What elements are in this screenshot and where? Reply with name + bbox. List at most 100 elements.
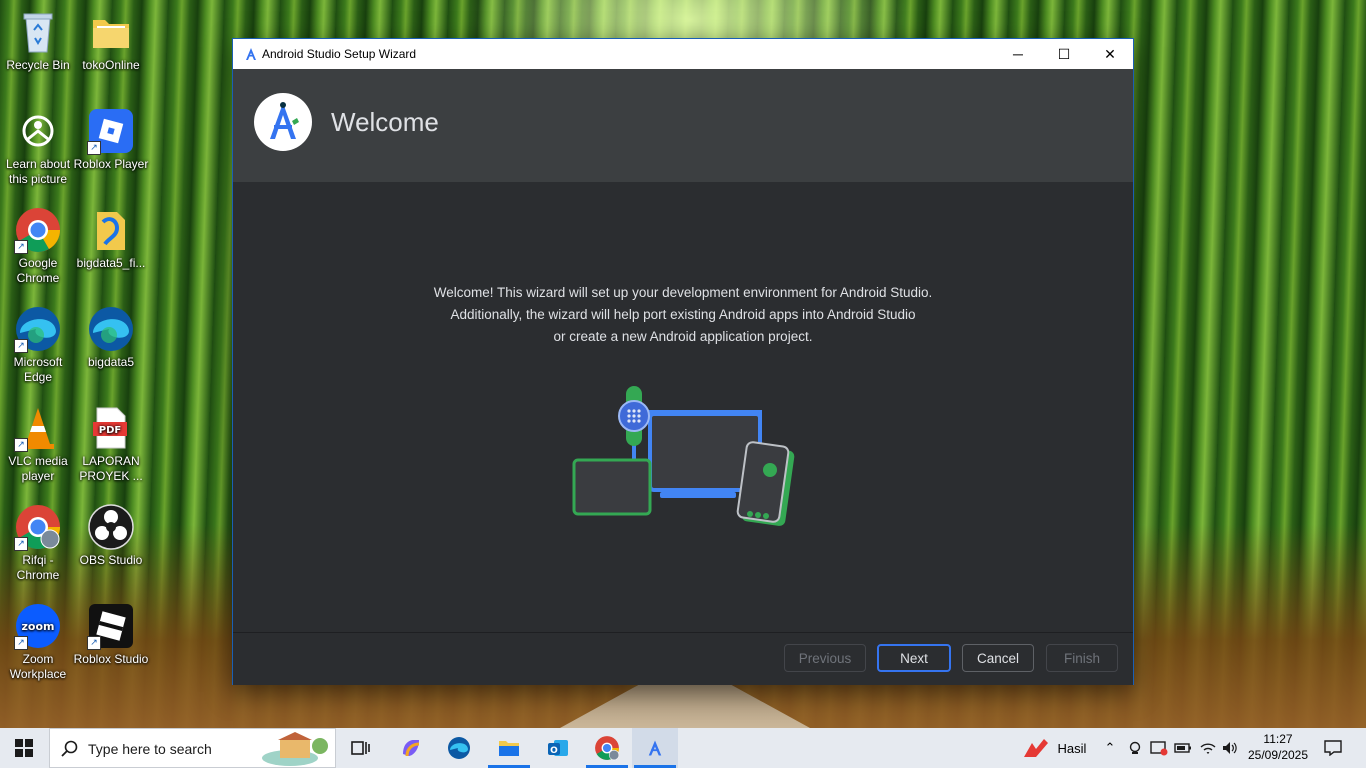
close-icon: ✕ (1104, 45, 1116, 62)
tray-webcam[interactable] (1126, 728, 1144, 768)
taskbar-android-studio[interactable] (632, 728, 678, 768)
search-highlight-illustration-icon (262, 732, 328, 766)
desktop-icon-label: tokoOnline (82, 58, 140, 72)
tray-hasil-label: Hasil (1057, 740, 1087, 756)
tray-hasil[interactable]: Hasil (1014, 728, 1094, 768)
desktop-icon-label: bigdata5_fi... (76, 256, 146, 270)
previous-button[interactable]: Previous (784, 644, 866, 672)
close-button[interactable]: ✕ (1087, 39, 1133, 69)
desktop-icon-label: Rifqi - Chrome (16, 553, 60, 582)
desktop-icon-bigdata5[interactable]: bigdata5 (73, 305, 149, 370)
tray-notification-app[interactable] (1148, 728, 1170, 768)
desktop-icon-google-chrome[interactable]: ↗ Google Chrome (0, 206, 76, 286)
wizard-header: Welcome (233, 69, 1133, 182)
desktop-icon-microsoft-edge[interactable]: ↗ Microsoft Edge (0, 305, 76, 385)
desktop-icon-vlc[interactable]: ↗ VLC media player (0, 404, 76, 484)
desktop-icon-label: Learn about this picture (5, 157, 71, 186)
zoom-icon: zoom ↗ (14, 602, 62, 650)
edge-icon (448, 737, 470, 759)
svg-text:zoom: zoom (22, 620, 55, 633)
roblox-icon: ↗ (87, 107, 135, 155)
wizard-footer: Previous Next Cancel Finish (233, 632, 1133, 685)
stock-chart-icon (1023, 739, 1048, 757)
chrome-icon (595, 736, 620, 761)
volume-icon (1223, 742, 1237, 754)
outlook-icon: O (548, 740, 568, 756)
taskbar-chrome[interactable] (584, 728, 630, 768)
desktop-icon-label: VLC media player (8, 454, 68, 483)
wifi-icon (1200, 743, 1216, 754)
title-bar[interactable]: Android Studio Setup Wizard ─ ☐ ✕ (233, 39, 1133, 69)
camera-icon (14, 107, 62, 155)
search-placeholder: Type here to search (88, 741, 212, 757)
tray-volume[interactable] (1220, 728, 1240, 768)
cancel-button[interactable]: Cancel (962, 644, 1034, 672)
desktop-icon-laporan-proyek[interactable]: PDF LAPORAN PROYEK ... (73, 404, 149, 484)
desktop-icon-obs-studio[interactable]: OBS Studio (73, 503, 149, 568)
desktop-icon-label: Zoom Workplace (9, 652, 67, 681)
shortcut-arrow-icon: ↗ (14, 636, 28, 650)
pdf-icon: PDF (87, 404, 135, 452)
folder-icon (87, 8, 135, 56)
desktop-icon-bigdata5-file[interactable]: bigdata5_fi... (73, 206, 149, 271)
shortcut-arrow-icon: ↗ (87, 141, 101, 155)
desktop-icon-zoom-workplace[interactable]: zoom ↗ Zoom Workplace (0, 602, 76, 682)
minimize-button[interactable]: ─ (995, 39, 1041, 69)
start-button[interactable] (0, 728, 48, 768)
copilot-icon (403, 740, 420, 757)
taskbar-clock[interactable]: 11:27 25/09/2025 (1240, 731, 1316, 763)
tray-app-icon (1150, 741, 1168, 756)
next-button[interactable]: Next (877, 644, 951, 672)
desktop-icon-label: LAPORAN PROYEK ... (79, 454, 143, 483)
svg-text:PDF: PDF (99, 425, 121, 436)
edge-icon (87, 305, 135, 353)
notification-icon (1324, 740, 1342, 756)
minimize-icon: ─ (1013, 46, 1023, 62)
chrome-icon: ↗ (14, 206, 62, 254)
taskbar-edge[interactable] (436, 728, 482, 768)
task-view-button[interactable] (337, 728, 383, 768)
search-box[interactable]: Type here to search (49, 728, 336, 768)
chrome-profile-icon: ↗ (14, 503, 62, 551)
taskbar-file-explorer[interactable] (486, 728, 532, 768)
desktop-icon-roblox-studio[interactable]: ↗ Roblox Studio (73, 602, 149, 667)
svg-text:O: O (550, 746, 558, 756)
notifications-button[interactable] (1318, 728, 1348, 768)
task-view-icon (351, 741, 370, 755)
finish-button[interactable]: Finish (1046, 644, 1118, 672)
android-studio-icon (243, 46, 259, 62)
battery-icon (1174, 743, 1191, 753)
devices-illustration (570, 382, 796, 532)
maximize-button[interactable]: ☐ (1041, 39, 1087, 69)
desktop-icon-roblox-player[interactable]: ↗ Roblox Player (73, 107, 149, 172)
desktop-icon-rifqi-chrome[interactable]: ↗ Rifqi - Chrome (0, 503, 76, 583)
wizard-content: Welcome! This wizard will set up your de… (233, 182, 1133, 632)
desktop-icon-label: Recycle Bin (6, 58, 70, 72)
description-line: Additionally, the wizard will help port … (450, 307, 916, 322)
welcome-description: Welcome! This wizard will set up your de… (233, 282, 1133, 348)
android-studio-logo-icon (254, 93, 312, 151)
recycle-bin-icon (14, 8, 62, 56)
clock-time: 11:27 (1263, 732, 1293, 746)
chevron-up-icon: ⌃ (1104, 740, 1116, 755)
tray-battery[interactable] (1172, 728, 1194, 768)
tray-network[interactable] (1197, 728, 1219, 768)
shortcut-arrow-icon: ↗ (87, 636, 101, 650)
clock-date: 25/09/2025 (1247, 748, 1309, 762)
vlc-cone-icon: ↗ (14, 404, 62, 452)
roblox-studio-icon: ↗ (87, 602, 135, 650)
taskbar-copilot[interactable] (388, 728, 434, 768)
file-icon (87, 206, 135, 254)
description-line: or create a new Android application proj… (553, 329, 813, 344)
shortcut-arrow-icon: ↗ (14, 240, 28, 254)
webcam-icon (1129, 741, 1141, 754)
taskbar-outlook[interactable]: O (535, 728, 581, 768)
shortcut-arrow-icon: ↗ (14, 339, 28, 353)
show-hidden-icons-button[interactable]: ⌃ (1100, 728, 1120, 768)
obs-icon (87, 503, 135, 551)
desktop-icon-tokoonline[interactable]: tokoOnline (73, 8, 149, 73)
desktop-icon-label: Microsoft Edge (13, 355, 63, 384)
window-title: Android Studio Setup Wizard (262, 47, 417, 61)
desktop-icon-recycle-bin[interactable]: Recycle Bin (0, 8, 76, 73)
desktop-icon-learn-about-picture[interactable]: Learn about this picture (0, 107, 76, 187)
